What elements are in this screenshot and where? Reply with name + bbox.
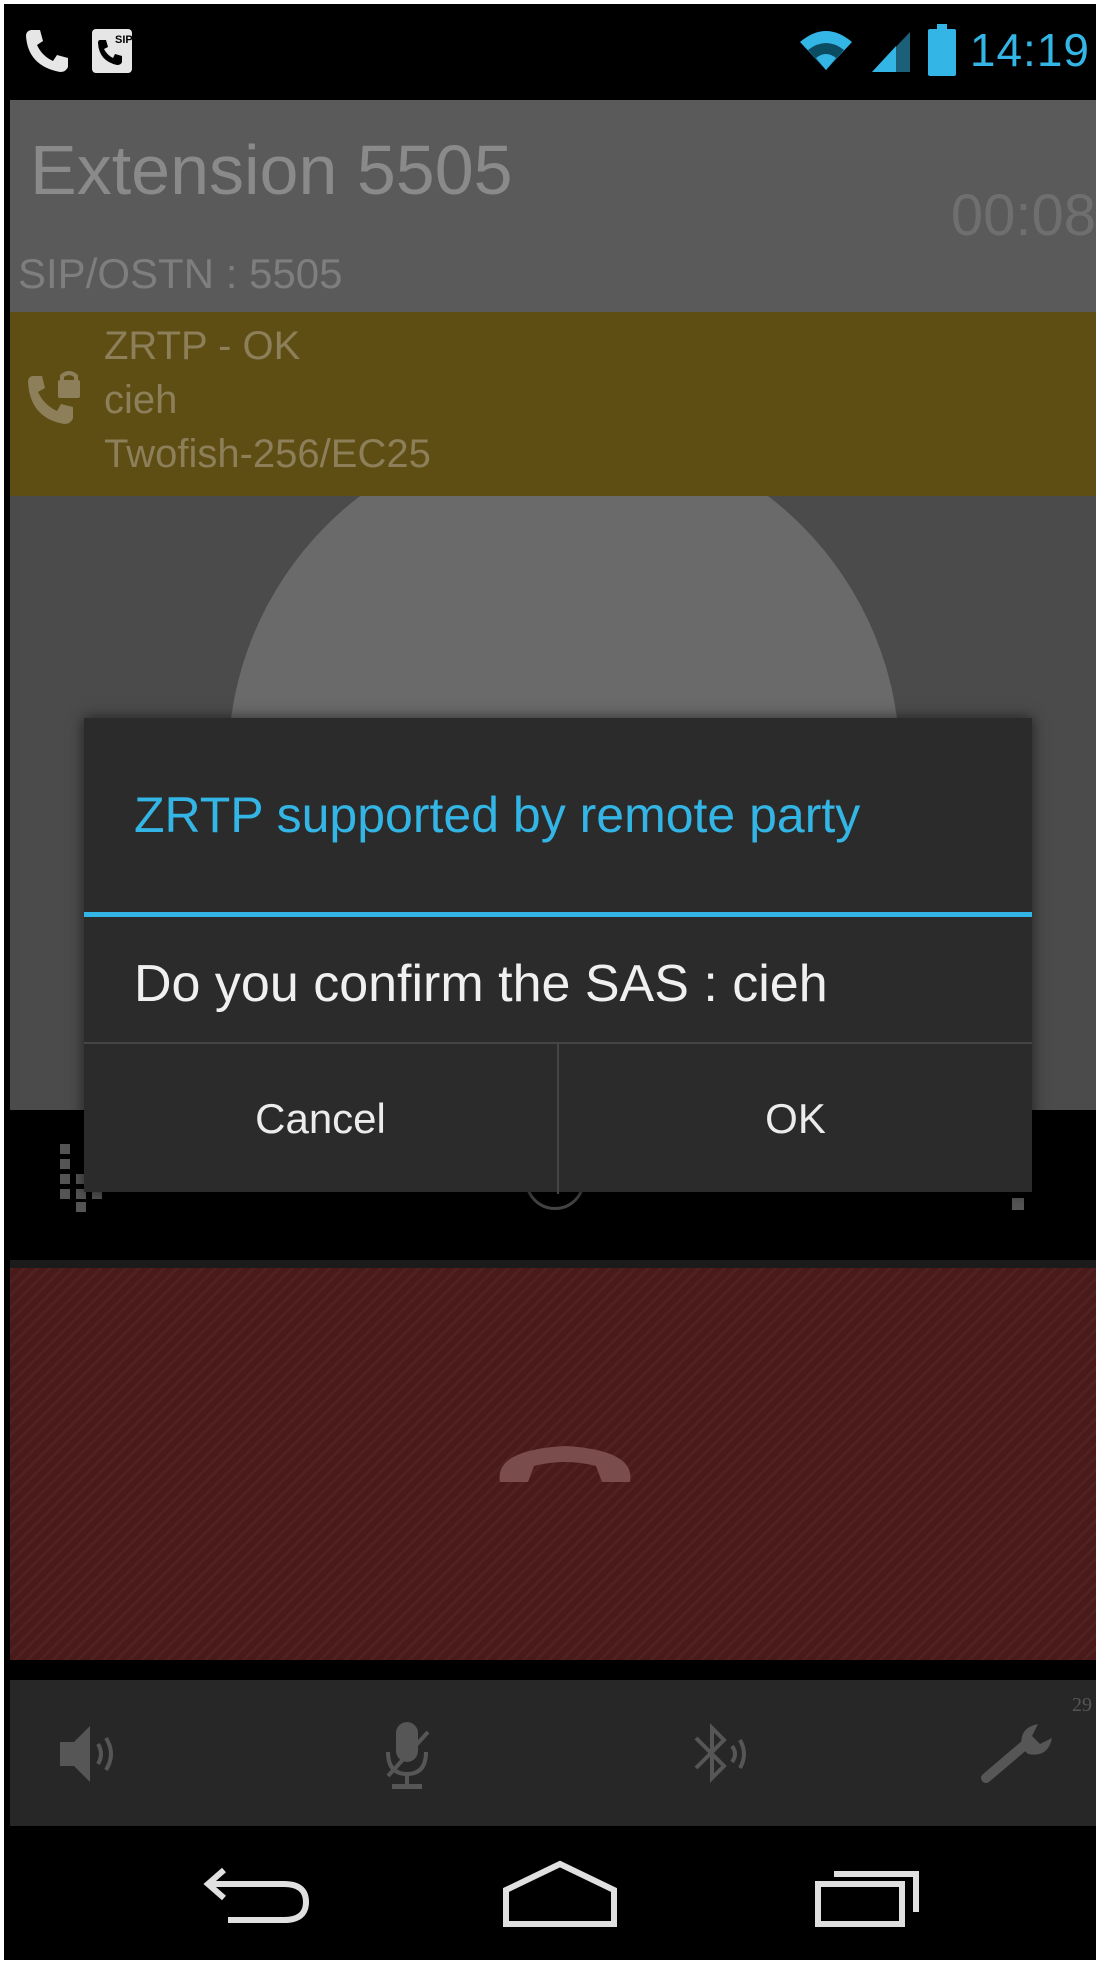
zrtp-sas: cieh xyxy=(104,378,178,422)
contact-name: Extension 5505 xyxy=(30,131,513,209)
home-icon[interactable] xyxy=(500,1854,620,1934)
wifi-icon xyxy=(799,31,852,70)
speaker-icon[interactable] xyxy=(54,1714,134,1794)
toolbar-badge: 29 xyxy=(1072,1694,1092,1716)
zrtp-status: ZRTP - OK xyxy=(104,324,301,368)
status-bar: SIP 14:19 xyxy=(4,4,1096,96)
phone-icon xyxy=(26,30,68,72)
settings-wrench-icon[interactable] xyxy=(978,1714,1058,1794)
hangup-phone-icon xyxy=(499,1446,631,1482)
phone-screen: SIP 14:19 Extension 5505 00:08 SIP/OSTN … xyxy=(4,4,1096,1960)
bluetooth-icon[interactable] xyxy=(678,1714,758,1794)
call-duration: 00:08 xyxy=(950,183,1096,248)
zrtp-cipher: Twofish-256/EC25 xyxy=(104,432,431,476)
mute-mic-icon[interactable] xyxy=(368,1714,448,1794)
contact-header: Extension 5505 00:08 SIP/OSTN : 5505 xyxy=(10,100,1096,312)
back-icon[interactable] xyxy=(194,1854,314,1934)
hangup-button[interactable] xyxy=(10,1268,1096,1660)
dialog-title: ZRTP supported by remote party xyxy=(134,787,861,843)
battery-icon xyxy=(927,24,956,76)
zrtp-status-banner[interactable]: ZRTP - OK cieh Twofish-256/EC25 xyxy=(10,312,1096,496)
ok-button[interactable]: OK xyxy=(559,1044,1032,1194)
cancel-button[interactable]: Cancel xyxy=(84,1044,559,1194)
dialog-message: Do you confirm the SAS : cieh xyxy=(134,955,828,1013)
dialog-title-divider xyxy=(84,912,1032,917)
status-time: 14:19 xyxy=(969,24,1090,76)
sip-icon: SIP xyxy=(92,29,133,73)
call-toolbar xyxy=(10,1680,1096,1826)
secure-call-lock-icon xyxy=(28,371,80,424)
sip-address: SIP/OSTN : 5505 xyxy=(18,250,343,297)
zrtp-confirm-dialog: ZRTP supported by remote party Do you co… xyxy=(84,718,1032,1194)
navigation-bar xyxy=(4,1834,1096,1960)
svg-text:SIP: SIP xyxy=(115,34,133,46)
recent-apps-icon[interactable] xyxy=(810,1854,930,1934)
dialog-button-row: Cancel OK xyxy=(84,1042,1032,1194)
cell-signal-icon xyxy=(871,32,910,72)
